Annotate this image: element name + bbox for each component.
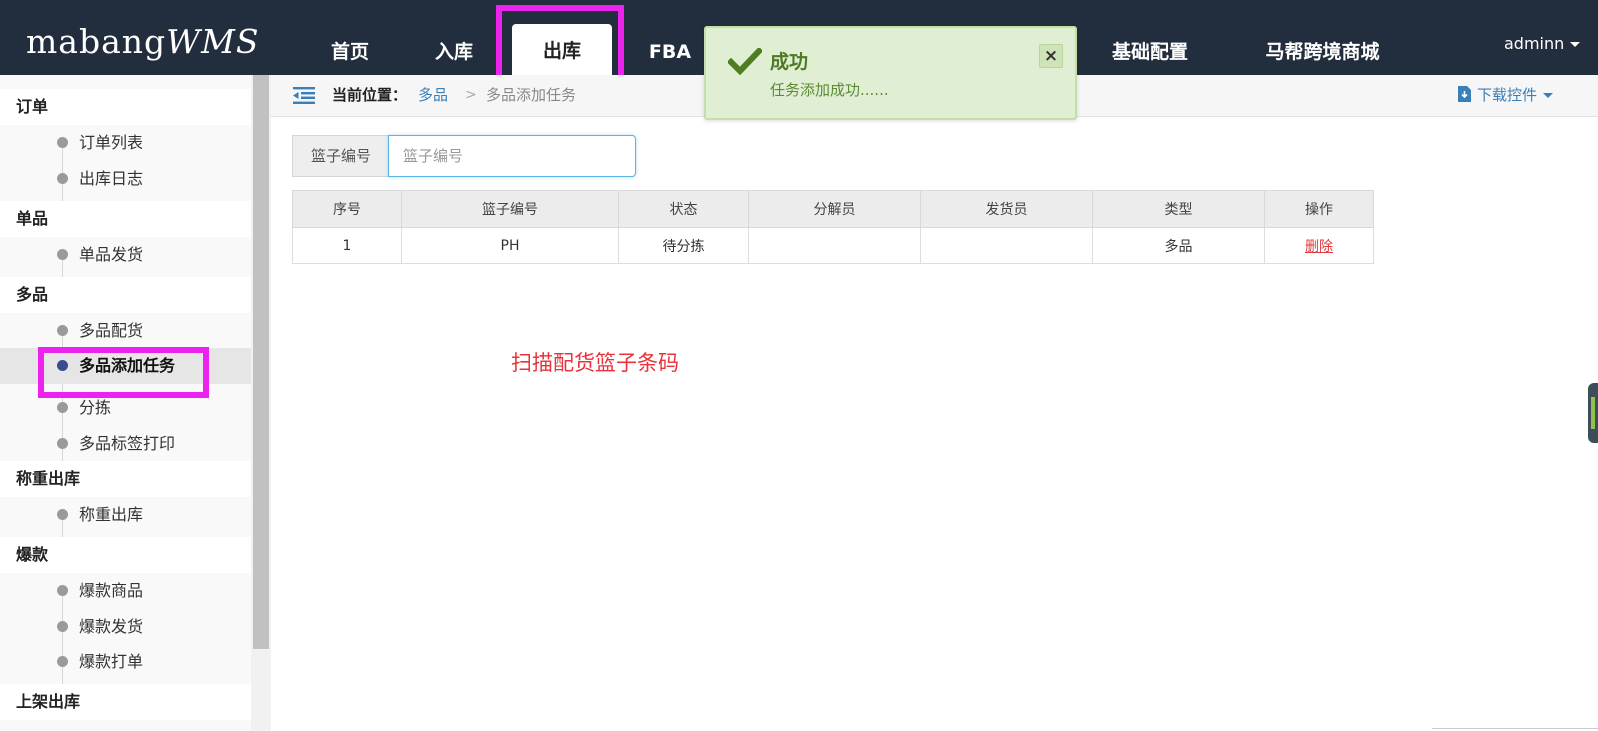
nav-basic-config[interactable]: 基础配置 <box>1100 0 1200 75</box>
sidebar-item-label: 单品发货 <box>79 245 144 264</box>
basket-search-addon: 篮子编号 <box>292 135 390 177</box>
cell-index: 1 <box>292 227 402 264</box>
cell-splitter <box>748 227 921 264</box>
sidebar-item-hot-ship[interactable]: 爆款发货 <box>0 609 251 645</box>
sidebar-item-outbound-log[interactable]: 出库日志 <box>0 161 251 197</box>
bullet-icon <box>57 249 68 260</box>
bullet-icon <box>57 621 68 632</box>
sidebar-item-label: 多品标签打印 <box>79 434 176 453</box>
table-row: 1 PH 待分拣 多品 删除 <box>292 227 1374 264</box>
sidebar-item-sorting[interactable]: 分拣 <box>0 390 251 426</box>
cell-basket: PH <box>401 227 619 264</box>
download-control-button[interactable]: 下载控件 <box>1458 75 1554 116</box>
sidebar-group-order[interactable]: 订单 <box>0 89 251 125</box>
nav-fba[interactable]: FBA <box>636 0 704 75</box>
bullet-icon <box>57 585 68 596</box>
cell-status: 待分拣 <box>618 227 749 264</box>
download-file-icon <box>1458 86 1471 102</box>
sidebar-item-label: 订单列表 <box>79 133 144 152</box>
download-control-label: 下载控件 <box>1477 86 1538 104</box>
bullet-icon <box>57 173 68 184</box>
divider <box>1432 728 1598 729</box>
toast-message: 任务添加成功...... <box>770 81 889 99</box>
sidebar-item-weigh-outbound[interactable]: 称重出库 <box>0 497 251 533</box>
sidebar-item-order-list[interactable]: 订单列表 <box>0 125 251 161</box>
sidebar-item-multi-add-task[interactable]: 多品添加任务 <box>0 348 251 384</box>
bullet-icon <box>57 137 68 148</box>
sidebar-item-label: 分拣 <box>79 398 112 417</box>
task-table: 序号 篮子编号 状态 分解员 发货员 类型 操作 1 PH 待分拣 多品 删除 <box>292 190 1374 264</box>
sidebar-item-hot-print[interactable]: 爆款打单 <box>0 644 251 680</box>
user-menu[interactable]: adminn <box>1504 0 1581 75</box>
bullet-icon <box>57 438 68 449</box>
scan-hint-text: 扫描配货篮子条码 <box>511 351 679 375</box>
breadcrumb-link-multi[interactable]: 多品 <box>418 75 448 116</box>
check-icon <box>728 48 762 76</box>
breadcrumb-current: 多品添加任务 <box>486 86 577 104</box>
caret-down-icon <box>1570 42 1581 47</box>
sidebar-group-shelf[interactable]: 上架出库 <box>0 684 251 720</box>
side-floating-widget[interactable] <box>1588 383 1598 443</box>
sidebar-item-label: 爆款打单 <box>79 652 144 671</box>
breadcrumb-label: 当前位置： <box>332 86 408 104</box>
bullet-icon <box>57 325 68 336</box>
sidebar-group-weigh[interactable]: 称重出库 <box>0 461 251 497</box>
column-header-basket: 篮子编号 <box>401 190 619 228</box>
nav-mall[interactable]: 马帮跨境商城 <box>1250 0 1395 75</box>
sidebar-item-hot-goods[interactable]: 爆款商品 <box>0 573 251 609</box>
sidebar-item-multi-label-print[interactable]: 多品标签打印 <box>0 426 251 462</box>
table-header-row: 序号 篮子编号 状态 分解员 发货员 类型 操作 <box>292 190 1374 228</box>
close-icon[interactable]: × <box>1039 44 1063 68</box>
sidebar: 订单 订单列表 出库日志 单品 单品发货 多品 多品配货 多品添加任务 分拣 多… <box>0 75 251 731</box>
basket-number-input[interactable] <box>388 135 636 177</box>
logo-accent-text: WMS <box>166 22 260 61</box>
widget-level-bar <box>1591 397 1595 429</box>
app-logo[interactable]: mabangWMS <box>26 22 259 62</box>
bullet-icon <box>57 509 68 520</box>
bullet-icon <box>57 360 68 371</box>
column-header-index: 序号 <box>292 190 402 228</box>
breadcrumb-separator: > <box>465 87 477 103</box>
sidebar-group-single[interactable]: 单品 <box>0 201 251 237</box>
column-header-type: 类型 <box>1092 190 1265 228</box>
sidebar-item-multi-allocate[interactable]: 多品配货 <box>0 313 251 349</box>
sidebar-item-label: 出库日志 <box>79 169 144 188</box>
cell-type: 多品 <box>1092 227 1265 264</box>
sidebar-group-multi[interactable]: 多品 <box>0 277 251 313</box>
toast-title: 成功 <box>770 51 809 73</box>
sidebar-item-label: 爆款发货 <box>79 617 144 636</box>
caret-down-icon <box>1543 93 1554 98</box>
cell-action: 删除 <box>1264 227 1374 264</box>
username: adminn <box>1504 34 1565 53</box>
nav-outbound[interactable]: 出库 <box>512 24 612 75</box>
column-header-action: 操作 <box>1264 190 1374 228</box>
nav-inbound[interactable]: 入库 <box>420 0 488 75</box>
sidebar-item-label: 爆款商品 <box>79 581 144 600</box>
sidebar-scrollbar[interactable] <box>251 75 271 731</box>
sidebar-item-single-ship[interactable]: 单品发货 <box>0 237 251 273</box>
logo-text: mabang <box>26 22 167 61</box>
column-header-splitter: 分解员 <box>748 190 921 228</box>
success-toast: 成功 任务添加成功...... × <box>704 26 1077 120</box>
nav-home[interactable]: 首页 <box>316 0 384 75</box>
bullet-icon <box>57 656 68 667</box>
delete-link[interactable]: 删除 <box>1305 239 1333 255</box>
sidebar-group-hot[interactable]: 爆款 <box>0 537 251 573</box>
sidebar-item-label: 多品配货 <box>79 321 144 340</box>
scrollbar-thumb[interactable] <box>253 75 269 649</box>
cell-shipper <box>920 227 1093 264</box>
sidebar-item-label: 称重出库 <box>79 505 144 524</box>
menu-toggle-icon[interactable] <box>293 87 315 104</box>
bullet-icon <box>57 402 68 413</box>
column-header-shipper: 发货员 <box>920 190 1093 228</box>
column-header-status: 状态 <box>618 190 749 228</box>
sidebar-item-label: 多品添加任务 <box>79 356 176 375</box>
